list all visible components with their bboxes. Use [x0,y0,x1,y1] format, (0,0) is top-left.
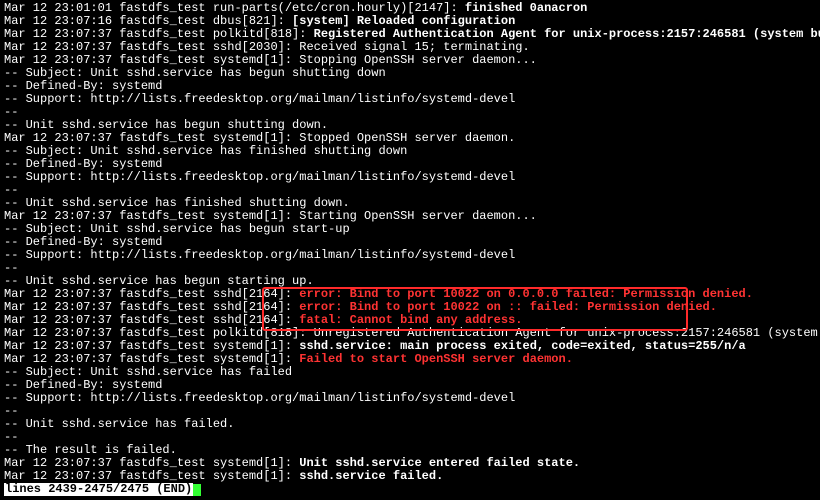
log-error: Failed to start OpenSSH server daemon. [299,352,573,366]
log-prefix: -- Defined-By: systemd [4,79,162,93]
log-prefix: -- Subject: Unit sshd.service has begun … [4,222,350,236]
log-prefix: -- Support: http://lists.freedesktop.org… [4,170,515,184]
log-line: -- Unit sshd.service has failed. [4,418,816,431]
log-prefix: Mar 12 23:07:37 fastdfs_test systemd[1]: [4,339,299,353]
log-prefix: -- Defined-By: systemd [4,157,162,171]
log-prefix: -- [4,261,18,275]
pager-status-line: lines 2439-2475/2475 (END) [4,483,816,496]
log-bold: sshd.service failed. [299,469,443,483]
log-error: error: Bind to port 10022 on 0.0.0.0 fai… [299,287,753,301]
log-prefix: Mar 12 23:07:37 fastdfs_test systemd[1]: [4,469,299,483]
log-line: -- Support: http://lists.freedesktop.org… [4,171,816,184]
log-prefix: -- [4,404,18,418]
log-bold: Registered Authentication Agent for unix… [314,27,820,41]
log-prefix: -- Support: http://lists.freedesktop.org… [4,248,515,262]
log-prefix: Mar 12 23:07:37 fastdfs_test polkitd[818… [4,326,820,340]
log-bold: finished 0anacron [465,1,587,15]
log-prefix: -- Subject: Unit sshd.service has failed [4,365,292,379]
log-prefix: -- [4,105,18,119]
log-bold: Unit sshd.service entered failed state. [299,456,580,470]
log-prefix: Mar 12 23:01:01 fastdfs_test run-parts(/… [4,1,465,15]
pager-status: lines 2439-2475/2475 (END) [4,483,193,496]
log-prefix: -- Defined-By: systemd [4,378,162,392]
log-prefix: Mar 12 23:07:16 fastdfs_test dbus[821]: [4,14,292,28]
log-prefix: Mar 12 23:07:37 fastdfs_test sshd[2030]:… [4,40,530,54]
log-prefix: Mar 12 23:07:37 fastdfs_test polkitd[818… [4,27,314,41]
log-prefix: Mar 12 23:07:37 fastdfs_test systemd[1]: [4,352,299,366]
log-prefix: Mar 12 23:07:37 fastdfs_test sshd[2164]: [4,313,299,327]
log-prefix: -- Unit sshd.service has failed. [4,417,234,431]
log-prefix: -- Subject: Unit sshd.service has finish… [4,144,407,158]
log-line: -- Support: http://lists.freedesktop.org… [4,93,816,106]
log-prefix: Mar 12 23:07:37 fastdfs_test systemd[1]:… [4,53,537,67]
log-bold: [system] Reloaded configuration [292,14,515,28]
log-error: error: Bind to port 10022 on :: failed: … [299,300,717,314]
log-prefix: Mar 12 23:07:37 fastdfs_test systemd[1]:… [4,131,515,145]
log-prefix: Mar 12 23:07:37 fastdfs_test systemd[1]:… [4,209,537,223]
log-prefix: -- [4,183,18,197]
log-prefix: -- The result is failed. [4,443,177,457]
log-prefix: -- Support: http://lists.freedesktop.org… [4,92,515,106]
log-prefix: -- Subject: Unit sshd.service has begun … [4,66,386,80]
log-prefix: -- Unit sshd.service has finished shutti… [4,196,350,210]
log-prefix: Mar 12 23:07:37 fastdfs_test sshd[2164]: [4,287,299,301]
cursor [193,484,201,496]
log-prefix: Mar 12 23:07:37 fastdfs_test systemd[1]: [4,456,299,470]
log-prefix: -- [4,430,18,444]
log-error: fatal: Cannot bind any address. [299,313,522,327]
log-line: -- Support: http://lists.freedesktop.org… [4,249,816,262]
log-prefix: -- Unit sshd.service has begun shutting … [4,118,328,132]
terminal-output[interactable]: Mar 12 23:01:01 fastdfs_test run-parts(/… [0,0,820,498]
log-line: -- Support: http://lists.freedesktop.org… [4,392,816,405]
log-prefix: -- Defined-By: systemd [4,235,162,249]
log-prefix: -- Support: http://lists.freedesktop.org… [4,391,515,405]
log-prefix: -- Unit sshd.service has begun starting … [4,274,314,288]
log-prefix: Mar 12 23:07:37 fastdfs_test sshd[2164]: [4,300,299,314]
log-bold: sshd.service: main process exited, code=… [299,339,745,353]
